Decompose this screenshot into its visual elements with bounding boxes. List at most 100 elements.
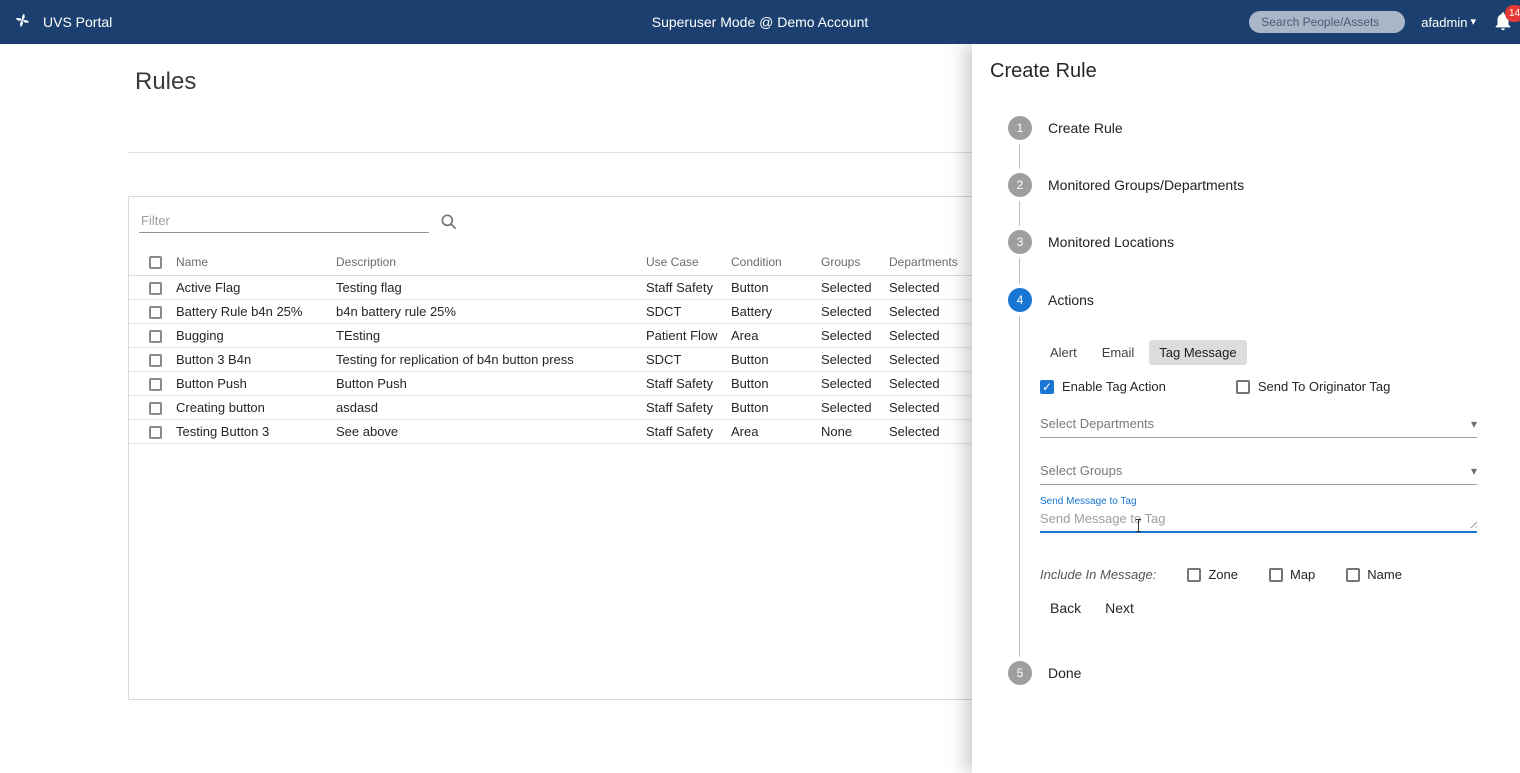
cell-condition: Button [724,371,814,396]
checkbox-label: Send To Originator Tag [1257,379,1391,394]
global-search [1249,11,1406,33]
step-4-actions: 4 Actions [1008,288,1094,312]
mode-title: Superuser Mode @ Demo Account [651,14,869,30]
cell-groups: Selected [814,275,882,300]
column-header-condition: Condition [724,249,814,276]
cell-description: Testing flag [329,275,639,300]
checkbox-send-to-originator-tag[interactable]: Send To Originator Tag [1235,379,1391,394]
select-placeholder: Select Groups [1040,463,1123,478]
next-button[interactable]: Next [1105,600,1134,616]
cell-use-case: Staff Safety [639,275,724,300]
select-all-checkbox[interactable] [149,255,162,269]
text-cursor [1136,519,1141,532]
checkbox-map[interactable]: Map [1269,567,1315,582]
cell-use-case: Patient Flow [639,323,724,348]
cell-groups: Selected [814,323,882,348]
include-label: Include In Message: [1040,567,1157,582]
back-button[interactable]: Back [1050,600,1081,616]
message-field-label: Send Message to Tag [1040,496,1137,507]
checkbox-label: Zone [1208,567,1238,582]
step-buttons: Back Next [1050,600,1477,616]
step-1-create-rule: 1 Create Rule [1008,116,1123,140]
row-checkbox[interactable] [149,329,162,343]
step-connector [1019,201,1020,226]
cell-groups: Selected [814,347,882,372]
tab-tag-message[interactable]: Tag Message [1149,340,1247,365]
row-checkbox[interactable] [149,353,162,367]
cell-use-case: Staff Safety [639,419,724,444]
cell-condition: Button [724,347,814,372]
step-circle: 1 [1008,116,1032,140]
step-circle: 5 [1008,661,1032,685]
tab-email[interactable]: Email [1092,340,1145,365]
check-icon: ✓ [1041,379,1053,394]
cell-condition: Button [724,395,814,420]
step-circle: 3 [1008,230,1032,254]
cell-groups: Selected [814,299,882,324]
select-departments[interactable]: Select Departments ▾ [1040,416,1477,438]
row-checkbox[interactable] [149,281,162,295]
select-placeholder: Select Departments [1040,416,1155,431]
step-label: Done [1048,665,1082,681]
cell-groups: Selected [814,395,882,420]
cell-groups: None [814,419,882,444]
step-label: Monitored Locations [1048,234,1175,250]
row-checkbox[interactable] [149,305,162,319]
filter-input[interactable] [139,209,429,233]
cell-description: Button Push [329,371,639,396]
unchecked-checkbox-icon [1187,567,1202,582]
brand: UVS Portal [14,12,112,32]
step-connector [1019,258,1020,284]
checked-checkbox-icon: ✓ [1040,379,1054,394]
cell-groups: Selected [814,371,882,396]
brand-name: UVS Portal [43,14,113,30]
cell-condition: Battery [724,299,814,324]
row-checkbox[interactable] [149,401,162,415]
cell-name: Active Flag [169,275,329,300]
unchecked-checkbox-icon [1269,567,1283,582]
top-navigation-bar: UVS Portal Superuser Mode @ Demo Account… [0,0,1520,44]
step-connector [1019,144,1020,169]
checkbox-enable-tag-action[interactable]: ✓ Enable Tag Action [1040,379,1166,394]
user-menu[interactable]: afadmin ▾ [1421,15,1476,30]
caret-down-icon: ▾ [1470,416,1477,431]
step-connector [1019,316,1020,657]
checkbox-zone[interactable]: Zone [1187,567,1238,582]
page-title: Rules [135,68,197,95]
cell-use-case: Staff Safety [639,371,724,396]
step-label: Create Rule [1048,120,1123,136]
row-checkbox[interactable] [149,377,162,391]
cell-name: Button Push [169,371,329,396]
cell-description: TEsting [329,323,639,348]
column-header-description: Description [329,249,639,276]
cell-name: Battery Rule b4n 25% [169,299,329,324]
message-field [1040,509,1477,533]
notifications-button[interactable]: 14 [1492,5,1520,34]
checkbox-label: Name [1367,567,1402,582]
cell-description: Testing for replication of b4n button pr… [329,347,639,372]
step-label: Actions [1048,292,1094,308]
cell-name: Button 3 B4n [169,347,329,372]
row-checkbox[interactable] [149,425,162,439]
column-header-groups: Groups [814,249,882,276]
select-groups[interactable]: Select Groups ▾ [1040,463,1477,485]
cell-description: b4n battery rule 25% [329,299,639,324]
cell-use-case: SDCT [639,347,724,372]
chevron-down-icon: ▾ [1470,15,1476,28]
step-2-monitored-groups-departments: 2 Monitored Groups/Departments [1008,173,1244,197]
tag-action-checkbox-row: ✓ Enable Tag Action Send To Originator T… [1040,379,1477,394]
cell-condition: Button [724,275,814,300]
table-filter [139,209,469,237]
message-textarea[interactable] [1040,509,1477,531]
checkbox-label: Map [1290,567,1316,582]
step-5-done: 5 Done [1008,661,1081,685]
unchecked-checkbox-icon [1346,567,1361,582]
step-3-monitored-locations: 3 Monitored Locations [1008,230,1174,254]
cell-use-case: Staff Safety [639,395,724,420]
global-search-input[interactable] [1249,15,1406,29]
cell-name: Testing Button 3 [169,419,329,444]
cell-name: Bugging [169,323,329,348]
checkbox-label: Enable Tag Action [1062,379,1166,394]
tab-alert[interactable]: Alert [1040,340,1087,365]
checkbox-name[interactable]: Name [1346,567,1402,582]
